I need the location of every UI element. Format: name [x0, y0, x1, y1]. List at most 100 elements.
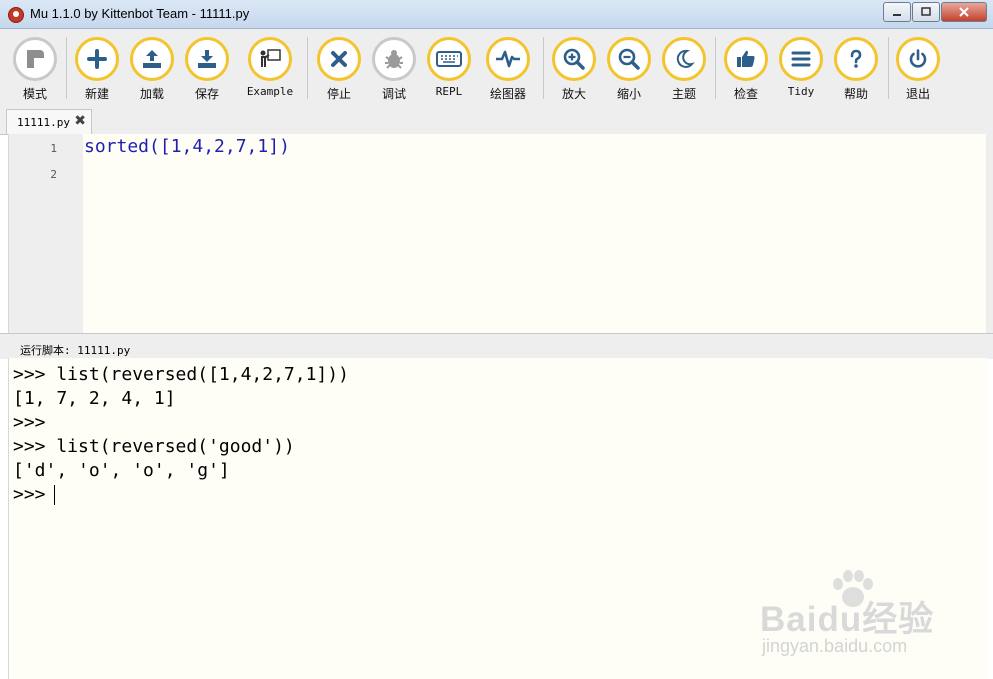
presenter-icon: [260, 49, 281, 67]
line-number: 2: [50, 168, 57, 181]
zoom-out-button[interactable]: 缩小: [601, 37, 657, 102]
repl-line: >>>: [13, 412, 46, 433]
watermark-url: jingyan.baidu.com: [762, 636, 908, 656]
run-pane-label: 运行脚本: 11111.py: [20, 344, 131, 357]
theme-label: 主题: [671, 87, 696, 101]
window-title: Mu 1.1.0 by Kittenbot Team - 11111.py: [30, 6, 250, 21]
repl-line: >>> list(reversed([1,4,2,7,1])): [13, 364, 349, 385]
load-button-ring: [130, 37, 174, 81]
debug-label: 调试: [381, 87, 406, 101]
plotter-label: 绘图器: [489, 87, 526, 101]
repl-line: [1, 7, 2, 4, 1]: [13, 388, 176, 409]
mu-app-icon: [8, 7, 24, 23]
zoom-out-button-ring: [607, 37, 651, 81]
repl-line: >>> list(reversed('good')): [13, 436, 295, 457]
stop-button-ring: [317, 37, 361, 81]
toolbar-separator: [888, 37, 889, 99]
zoom-in-button-ring: [552, 37, 596, 81]
maximize-icon: [921, 7, 931, 16]
thumbs-up-icon: [737, 50, 755, 67]
example-button-ring: [248, 37, 292, 81]
repl-line: ['d', 'o', 'o', 'g']: [13, 460, 230, 481]
toolbar-separator: [66, 37, 67, 99]
watermark-brand: Baidu经验: [760, 600, 935, 639]
tidy-button[interactable]: Tidy: [773, 37, 829, 98]
zoom-in-icon: [563, 48, 585, 70]
plotter-button-ring: [486, 37, 530, 81]
debug-button[interactable]: 调试: [366, 37, 422, 102]
zoom-out-icon: [618, 48, 640, 70]
question-icon: [850, 49, 862, 68]
zoom-in-button[interactable]: 放大: [546, 37, 602, 102]
power-icon: [909, 49, 927, 68]
theme-button-ring: [662, 37, 706, 81]
editor-scrollbar[interactable]: [986, 134, 993, 333]
pulse-icon: [496, 50, 520, 68]
keyboard-icon: [436, 51, 462, 67]
help-button-ring: [834, 37, 878, 81]
repl-button-ring: [427, 37, 471, 81]
example-label: Example: [246, 85, 294, 98]
tidy-label: Tidy: [787, 85, 815, 98]
close-x-icon: [331, 51, 347, 67]
stop-button[interactable]: 停止: [311, 37, 367, 102]
toolbar-separator: [307, 37, 308, 99]
maximize-button[interactable]: [912, 2, 940, 22]
new-button[interactable]: 新建: [69, 37, 125, 102]
toolbar-separator: [543, 37, 544, 99]
tab-label: 11111.py: [17, 116, 70, 129]
tab-bar: 11111.py ✖: [0, 106, 993, 135]
code-line[interactable]: sorted([1,4,2,7,1]): [84, 136, 290, 157]
check-button-ring: [724, 37, 768, 81]
run-pane-header: 运行脚本: 11111.py: [0, 333, 993, 359]
zoom-in-label: 放大: [561, 87, 586, 101]
upload-icon: [143, 50, 161, 68]
toolbar-separator: [715, 37, 716, 99]
window-controls: [882, 2, 987, 22]
quit-button-ring: [896, 37, 940, 81]
close-button[interactable]: [941, 2, 987, 22]
save-button-ring: [185, 37, 229, 81]
repl-prompt: >>>: [13, 484, 46, 505]
tab-close-icon[interactable]: ✖: [74, 113, 86, 129]
load-label: 加载: [139, 87, 164, 101]
line-number-gutter: 1 2: [9, 134, 83, 333]
example-button[interactable]: Example: [242, 37, 298, 98]
save-button[interactable]: 保存: [179, 37, 235, 102]
help-button[interactable]: 帮助: [828, 37, 884, 102]
lines-icon: [791, 51, 811, 67]
load-button[interactable]: 加载: [124, 37, 180, 102]
zoom-out-label: 缩小: [616, 87, 641, 101]
repl-button[interactable]: REPL: [421, 37, 477, 98]
help-label: 帮助: [843, 87, 868, 101]
main-toolbar: 模式 新建 加载 保存 Example 停止 调试 REPL 绘图器 放大 缩小…: [0, 29, 993, 106]
tab-11111-py[interactable]: 11111.py ✖: [6, 109, 92, 134]
mode-label: 模式: [22, 87, 47, 101]
save-label: 保存: [194, 87, 219, 101]
quit-label: 退出: [905, 87, 930, 101]
repl-label: REPL: [435, 85, 463, 98]
new-label: 新建: [84, 87, 109, 101]
debug-button-ring: [372, 37, 416, 81]
mode-button[interactable]: 模式: [7, 37, 63, 102]
moon-icon: [676, 49, 695, 68]
code-editor[interactable]: 1 2 sorted([1,4,2,7,1]): [8, 134, 987, 333]
minimize-button[interactable]: [883, 2, 911, 22]
close-icon: [959, 7, 969, 17]
minimize-icon: [893, 14, 901, 16]
plotter-button[interactable]: 绘图器: [480, 37, 536, 102]
download-icon: [198, 50, 216, 68]
theme-button[interactable]: 主题: [656, 37, 712, 102]
text-cursor: [53, 485, 55, 505]
plus-icon: [87, 49, 107, 69]
check-label: 检查: [733, 87, 758, 101]
tidy-button-ring: [779, 37, 823, 81]
check-button[interactable]: 检查: [718, 37, 774, 102]
title-bar: Mu 1.1.0 by Kittenbot Team - 11111.py: [0, 0, 993, 29]
bug-icon: [385, 50, 403, 69]
new-button-ring: [75, 37, 119, 81]
repl-prompt-line[interactable]: >>>: [13, 484, 55, 505]
stop-label: 停止: [326, 87, 351, 101]
quit-button[interactable]: 退出: [890, 37, 946, 102]
line-number: 1: [50, 142, 57, 155]
